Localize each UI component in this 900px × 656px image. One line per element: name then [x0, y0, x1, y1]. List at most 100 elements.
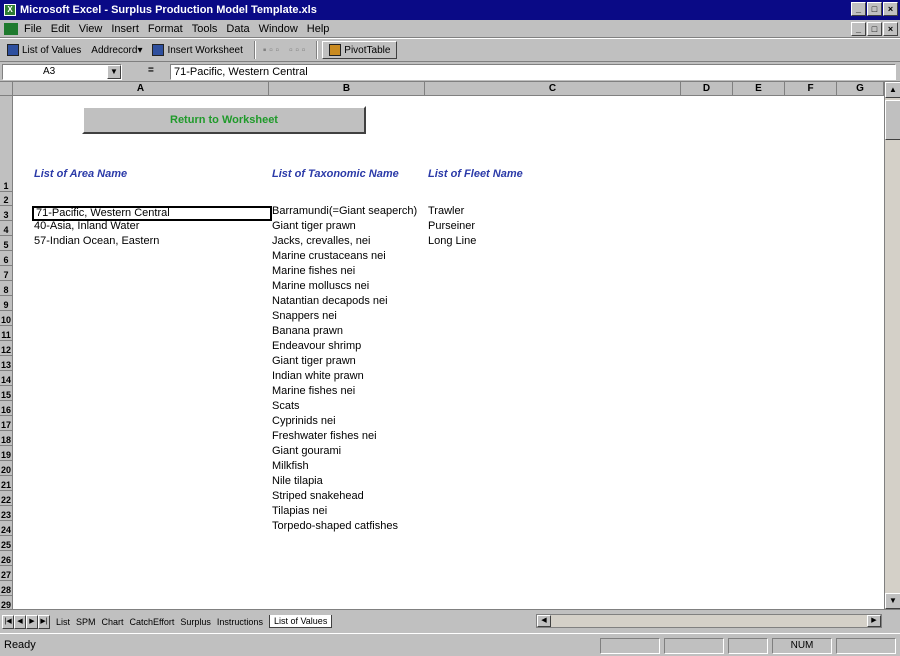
col-header-c[interactable]: C: [425, 82, 681, 96]
disabled-tool-1[interactable]: ▪ ▫ ▫: [260, 41, 282, 59]
row-header-6[interactable]: 6: [0, 251, 13, 266]
name-box-dropdown-icon[interactable]: ▼: [107, 65, 121, 79]
taxonomic-cell[interactable]: Nile tilapia: [272, 474, 428, 489]
col-header-e[interactable]: E: [733, 82, 785, 96]
row-header-28[interactable]: 28: [0, 581, 13, 596]
taxonomic-cell[interactable]: Striped snakehead: [272, 489, 428, 504]
row-header-17[interactable]: 17: [0, 416, 13, 431]
row-header-23[interactable]: 23: [0, 506, 13, 521]
row-header-3[interactable]: 3: [0, 206, 13, 221]
row-header-2[interactable]: 2: [0, 192, 13, 206]
area-cell[interactable]: 40-Asia, Inland Water: [34, 219, 270, 234]
row-header-14[interactable]: 14: [0, 371, 13, 386]
scroll-down-icon[interactable]: ▼: [885, 593, 900, 609]
addrecord-button[interactable]: Addrecord ▾: [88, 41, 145, 59]
col-header-g[interactable]: G: [837, 82, 884, 96]
tab-list-of-values[interactable]: List of Values: [268, 615, 333, 628]
row-header-9[interactable]: 9: [0, 296, 13, 311]
col-header-d[interactable]: D: [681, 82, 733, 96]
minimize-button[interactable]: _: [851, 2, 866, 16]
disabled-tool-2[interactable]: ▫ ▫ ▫: [286, 41, 308, 59]
row-header-5[interactable]: 5: [0, 236, 13, 251]
last-sheet-icon[interactable]: ▶|: [38, 614, 50, 629]
col-header-a[interactable]: A: [13, 82, 269, 96]
row-header-13[interactable]: 13: [0, 356, 13, 371]
taxonomic-cell[interactable]: Freshwater fishes nei: [272, 429, 428, 444]
row-header-16[interactable]: 16: [0, 401, 13, 416]
doc-restore-button[interactable]: □: [867, 22, 882, 36]
formula-equals-button[interactable]: =: [148, 65, 154, 76]
row-header-15[interactable]: 15: [0, 386, 13, 401]
taxonomic-cell[interactable]: Giant tiger prawn: [272, 354, 428, 369]
menu-format[interactable]: Format: [148, 23, 183, 35]
taxonomic-cell[interactable]: Torpedo-shaped catfishes: [272, 519, 428, 534]
fleet-cell[interactable]: Trawler: [428, 204, 528, 219]
tab-chart[interactable]: Chart: [102, 617, 124, 627]
taxonomic-cell[interactable]: Marine fishes nei: [272, 384, 428, 399]
row-header-12[interactable]: 12: [0, 341, 13, 356]
menu-help[interactable]: Help: [307, 23, 330, 35]
row-header-19[interactable]: 19: [0, 446, 13, 461]
menu-data[interactable]: Data: [226, 23, 249, 35]
row-header-7[interactable]: 7: [0, 266, 13, 281]
taxonomic-cell[interactable]: Marine molluscs nei: [272, 279, 428, 294]
prev-sheet-icon[interactable]: ◀: [14, 614, 26, 629]
insert-worksheet-button[interactable]: Insert Worksheet: [149, 41, 245, 59]
tab-instructions[interactable]: Instructions: [217, 617, 263, 627]
tab-surplus[interactable]: Surplus: [180, 617, 211, 627]
row-header-27[interactable]: 27: [0, 566, 13, 581]
area-cell[interactable]: 57-Indian Ocean, Eastern: [34, 234, 270, 249]
taxonomic-cell[interactable]: Banana prawn: [272, 324, 428, 339]
col-header-b[interactable]: B: [269, 82, 425, 96]
formula-input[interactable]: 71-Pacific, Western Central: [170, 64, 896, 80]
scroll-left-icon[interactable]: ◀: [537, 615, 551, 627]
tab-list[interactable]: List: [56, 617, 70, 627]
taxonomic-cell[interactable]: Indian white prawn: [272, 369, 428, 384]
list-of-values-button[interactable]: List of Values: [4, 41, 84, 59]
doc-minimize-button[interactable]: _: [851, 22, 866, 36]
doc-close-button[interactable]: ×: [883, 22, 898, 36]
vertical-scroll-thumb[interactable]: [885, 100, 900, 140]
taxonomic-cell[interactable]: Giant gourami: [272, 444, 428, 459]
row-header-11[interactable]: 11: [0, 326, 13, 341]
row-header-10[interactable]: 10: [0, 311, 13, 326]
row-header-21[interactable]: 21: [0, 476, 13, 491]
next-sheet-icon[interactable]: ▶: [26, 614, 38, 629]
tab-spm[interactable]: SPM: [76, 617, 96, 627]
name-box[interactable]: A3 ▼: [2, 64, 122, 80]
row-header-20[interactable]: 20: [0, 461, 13, 476]
menu-tools[interactable]: Tools: [192, 23, 218, 35]
menu-window[interactable]: Window: [259, 23, 298, 35]
menu-edit[interactable]: Edit: [51, 23, 70, 35]
vertical-scrollbar[interactable]: ▲ ▼: [884, 82, 900, 609]
taxonomic-cell[interactable]: Barramundi(=Giant seaperch): [272, 204, 428, 219]
scroll-up-icon[interactable]: ▲: [885, 82, 900, 98]
tab-catcheffort[interactable]: CatchEffort: [130, 617, 175, 627]
workbook-icon[interactable]: [4, 22, 18, 35]
taxonomic-cell[interactable]: Giant tiger prawn: [272, 219, 428, 234]
maximize-button[interactable]: □: [867, 2, 882, 16]
taxonomic-cell[interactable]: Snappers nei: [272, 309, 428, 324]
taxonomic-cell[interactable]: Scats: [272, 399, 428, 414]
fleet-cell[interactable]: Long Line: [428, 234, 528, 249]
row-header-1[interactable]: 1: [0, 96, 13, 192]
horizontal-scrollbar[interactable]: ◀ ▶: [536, 614, 882, 628]
col-header-f[interactable]: F: [785, 82, 837, 96]
row-header-24[interactable]: 24: [0, 521, 13, 536]
select-all-corner[interactable]: [0, 82, 13, 96]
taxonomic-cell[interactable]: Cyprinids nei: [272, 414, 428, 429]
row-header-26[interactable]: 26: [0, 551, 13, 566]
close-button[interactable]: ×: [883, 2, 898, 16]
taxonomic-cell[interactable]: Marine fishes nei: [272, 264, 428, 279]
taxonomic-cell[interactable]: Jacks, crevalles, nei: [272, 234, 428, 249]
row-header-25[interactable]: 25: [0, 536, 13, 551]
taxonomic-cell[interactable]: Tilapias nei: [272, 504, 428, 519]
first-sheet-icon[interactable]: |◀: [2, 614, 14, 629]
taxonomic-cell[interactable]: Endeavour shrimp: [272, 339, 428, 354]
row-header-22[interactable]: 22: [0, 491, 13, 506]
excel-app-icon[interactable]: X: [4, 4, 16, 16]
worksheet-grid[interactable]: A B C D E F G 1 2 3 4 5 6 7 8 9 10 11 12…: [0, 82, 900, 609]
row-header-29[interactable]: 29: [0, 596, 13, 609]
pivot-table-button[interactable]: PivotTable: [322, 41, 398, 59]
row-header-8[interactable]: 8: [0, 281, 13, 296]
